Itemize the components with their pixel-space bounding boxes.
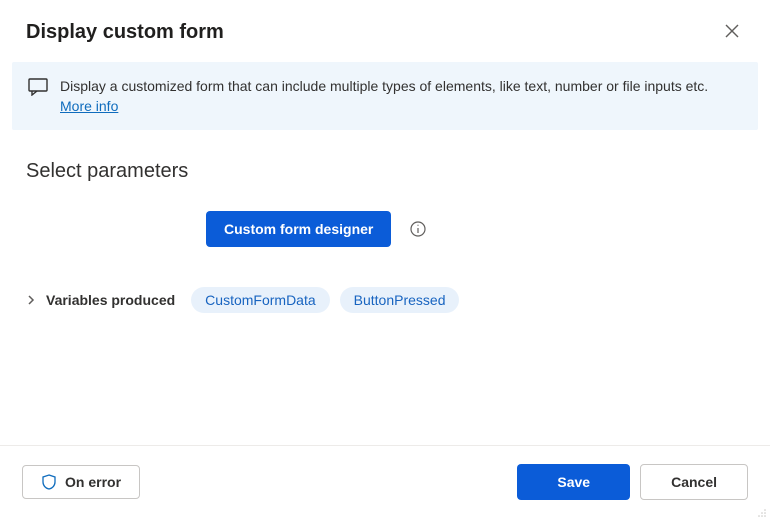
- info-icon[interactable]: [409, 220, 427, 238]
- variables-label: Variables produced: [46, 292, 175, 308]
- more-info-link[interactable]: More info: [60, 98, 118, 114]
- dialog-title: Display custom form: [26, 21, 224, 44]
- close-button[interactable]: [718, 18, 746, 46]
- footer-actions: Save Cancel: [517, 464, 748, 500]
- section-title: Select parameters: [26, 160, 744, 183]
- close-icon: [725, 24, 739, 41]
- resize-grip-icon[interactable]: [757, 505, 767, 515]
- parameters-section: Select parameters Custom form designer V…: [0, 130, 770, 313]
- banner-description: Display a customized form that can inclu…: [60, 78, 708, 94]
- on-error-label: On error: [65, 474, 121, 490]
- shield-icon: [41, 474, 57, 490]
- comment-icon: [28, 78, 48, 101]
- info-banner: Display a customized form that can inclu…: [12, 62, 758, 130]
- variables-produced-row[interactable]: Variables produced CustomFormData Button…: [26, 287, 744, 313]
- save-button[interactable]: Save: [517, 464, 630, 500]
- variable-chip-customformdata[interactable]: CustomFormData: [191, 287, 329, 313]
- on-error-button[interactable]: On error: [22, 465, 140, 499]
- custom-form-designer-button[interactable]: Custom form designer: [206, 211, 391, 247]
- cancel-button[interactable]: Cancel: [640, 464, 748, 500]
- dialog-footer: On error Save Cancel: [0, 445, 770, 518]
- info-text: Display a customized form that can inclu…: [60, 76, 742, 116]
- variable-chip-buttonpressed[interactable]: ButtonPressed: [340, 287, 460, 313]
- dialog-header: Display custom form: [0, 0, 770, 62]
- chevron-right-icon: [26, 295, 36, 305]
- designer-row: Custom form designer: [26, 211, 744, 247]
